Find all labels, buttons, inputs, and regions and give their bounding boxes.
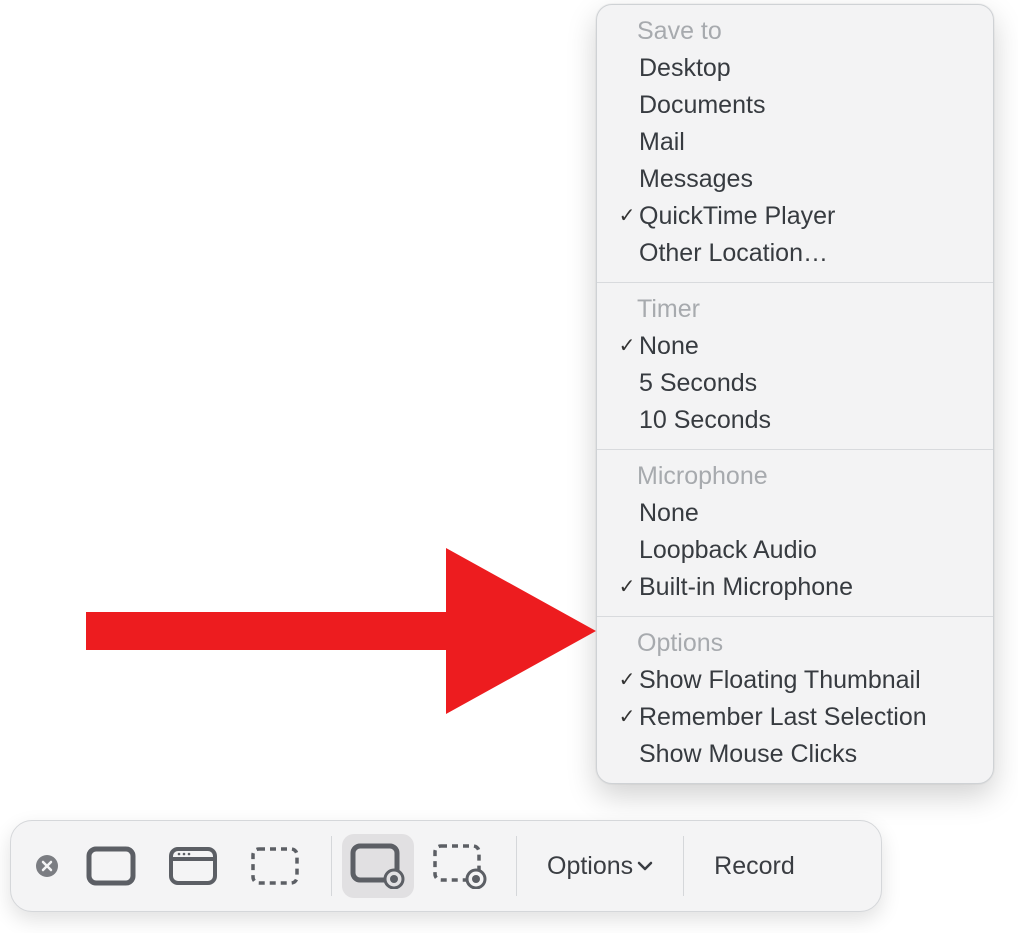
menu-item-label: Desktop	[637, 50, 731, 87]
record-button[interactable]: Record	[694, 834, 815, 898]
capture-selection-button[interactable]	[239, 834, 311, 898]
selection-icon	[250, 846, 300, 886]
menu-item-label: Mail	[637, 124, 685, 161]
options-button[interactable]: Options	[527, 834, 673, 898]
menu-item-floating-thumb[interactable]: ✓ Show Floating Thumbnail	[617, 662, 973, 699]
menu-group-microphone: Microphone None Loopback Audio ✓ Built-i…	[597, 449, 993, 616]
menu-item-mic-none[interactable]: None	[617, 495, 973, 532]
close-icon	[35, 854, 59, 878]
capture-window-button[interactable]	[157, 834, 229, 898]
menu-item-label: 5 Seconds	[637, 365, 757, 402]
menu-item-label: Show Floating Thumbnail	[637, 662, 921, 699]
menu-header: Microphone	[617, 458, 973, 495]
toolbar-separator	[331, 836, 332, 896]
menu-item-documents[interactable]: Documents	[617, 87, 973, 124]
capture-entire-screen-button[interactable]	[75, 834, 147, 898]
record-button-label: Record	[714, 852, 795, 881]
menu-item-messages[interactable]: Messages	[617, 161, 973, 198]
record-screen-icon	[350, 843, 406, 889]
screen-icon	[86, 846, 136, 886]
record-selection-icon	[432, 843, 488, 889]
toolbar-separator	[516, 836, 517, 896]
check-icon: ✓	[617, 198, 637, 235]
menu-item-label: Remember Last Selection	[637, 699, 927, 736]
check-icon: ✓	[617, 662, 637, 699]
annotation-arrow-icon	[86, 536, 606, 726]
check-icon: ✓	[617, 569, 637, 606]
screenshot-toolbar: Options Record	[10, 820, 882, 912]
menu-item-remember-selection[interactable]: ✓ Remember Last Selection	[617, 699, 973, 736]
menu-item-label: Built-in Microphone	[637, 569, 853, 606]
menu-item-label: None	[637, 328, 699, 365]
menu-item-timer-10s[interactable]: 10 Seconds	[617, 402, 973, 439]
window-icon	[168, 846, 218, 886]
menu-group-timer: Timer ✓ None 5 Seconds 10 Seconds	[597, 282, 993, 449]
menu-item-quicktime[interactable]: ✓ QuickTime Player	[617, 198, 973, 235]
menu-item-mail[interactable]: Mail	[617, 124, 973, 161]
menu-item-mic-builtin[interactable]: ✓ Built-in Microphone	[617, 569, 973, 606]
menu-item-other-location[interactable]: Other Location…	[617, 235, 973, 272]
options-menu: Save to Desktop Documents Mail Messages …	[596, 4, 994, 784]
chevron-down-icon	[637, 858, 653, 874]
menu-item-label: None	[637, 495, 699, 532]
check-icon: ✓	[617, 699, 637, 736]
menu-item-label: Loopback Audio	[637, 532, 817, 569]
menu-item-label: QuickTime Player	[637, 198, 835, 235]
menu-item-desktop[interactable]: Desktop	[617, 50, 973, 87]
menu-header: Options	[617, 625, 973, 662]
menu-item-label: Messages	[637, 161, 753, 198]
menu-item-label: Show Mouse Clicks	[637, 736, 857, 773]
menu-item-label: 10 Seconds	[637, 402, 771, 439]
menu-item-mic-loopback[interactable]: Loopback Audio	[617, 532, 973, 569]
menu-item-timer-5s[interactable]: 5 Seconds	[617, 365, 973, 402]
options-button-label: Options	[547, 852, 633, 881]
menu-item-show-clicks[interactable]: Show Mouse Clicks	[617, 736, 973, 773]
menu-item-label: Documents	[637, 87, 765, 124]
menu-header: Save to	[617, 13, 973, 50]
menu-group-save-to: Save to Desktop Documents Mail Messages …	[597, 5, 993, 282]
record-entire-screen-button[interactable]	[342, 834, 414, 898]
close-button[interactable]	[27, 834, 67, 898]
menu-header: Timer	[617, 291, 973, 328]
check-icon: ✓	[617, 328, 637, 365]
menu-item-timer-none[interactable]: ✓ None	[617, 328, 973, 365]
toolbar-separator	[683, 836, 684, 896]
record-selection-button[interactable]	[424, 834, 496, 898]
menu-group-options: Options ✓ Show Floating Thumbnail ✓ Reme…	[597, 616, 993, 783]
menu-item-label: Other Location…	[637, 235, 828, 272]
